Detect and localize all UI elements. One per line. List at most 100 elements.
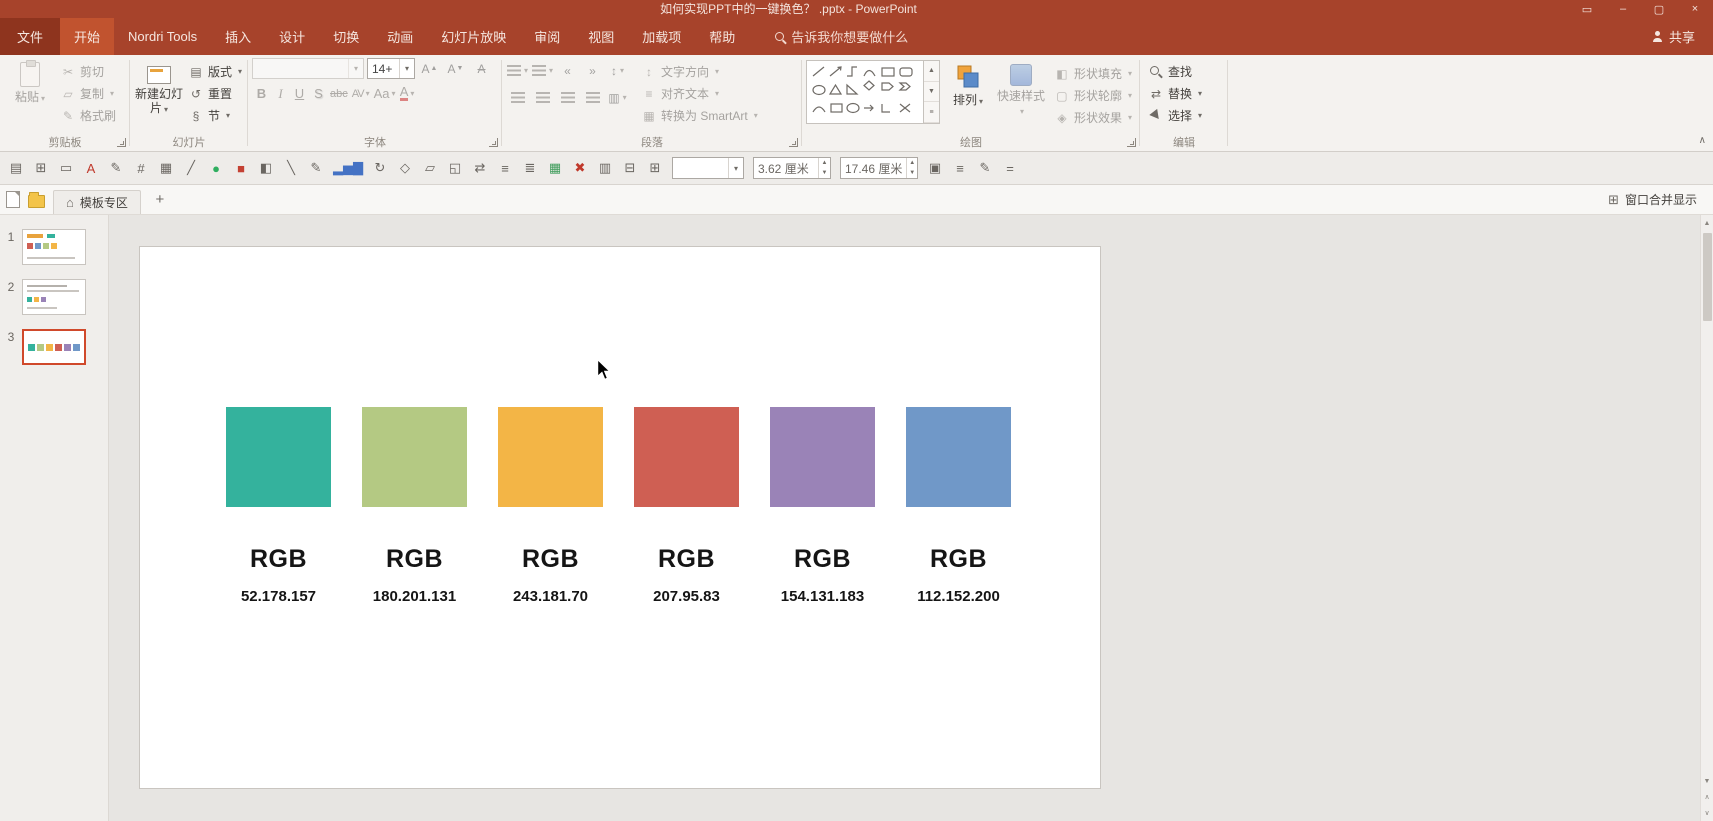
shape-gallery[interactable] xyxy=(806,60,924,124)
quick-styles-button[interactable]: 快速样式 xyxy=(996,60,1046,119)
swatch-rgb-label[interactable]: RGB xyxy=(906,545,1011,574)
increase-indent-button[interactable]: » xyxy=(581,60,604,81)
convert-to-smartart-button[interactable]: ▦转换为 SmartArt xyxy=(637,105,762,126)
ribbon-tab[interactable]: 开始 xyxy=(60,18,114,55)
columns-icon[interactable]: ▥ xyxy=(597,160,613,176)
scrollbar-thumb[interactable] xyxy=(1703,233,1712,321)
ribbon-tab[interactable]: 文件 xyxy=(0,18,60,55)
swatch-color-box[interactable] xyxy=(498,407,603,507)
style-picker-dropdown-icon[interactable]: ▾ xyxy=(728,158,743,178)
rotate-icon[interactable]: ↻ xyxy=(372,160,388,176)
section-button[interactable]: §节 xyxy=(184,105,246,126)
shape-outline-button[interactable]: ▢形状轮廓 xyxy=(1050,85,1136,106)
replace-button[interactable]: ⇄替换 xyxy=(1144,83,1206,104)
slide-1-thumbnail[interactable] xyxy=(22,229,86,265)
style-picker-combo[interactable]: ▾ xyxy=(672,157,744,179)
decrease-indent-button[interactable]: « xyxy=(556,60,579,81)
italic-button[interactable]: I xyxy=(271,83,290,104)
share-button[interactable]: 共享 xyxy=(1634,18,1713,55)
close-button[interactable]: × xyxy=(1677,0,1713,18)
text-shadow-button[interactable]: S xyxy=(309,83,328,104)
slide-editing-surface[interactable]: RGB 52.178.157 RGB 180.201.131 RGB 243.1… xyxy=(140,247,1100,788)
font-dialog-launcher[interactable] xyxy=(489,138,498,147)
ribbon-display-options-button[interactable]: ▭ xyxy=(1569,0,1605,18)
grid-icon[interactable]: ⊞ xyxy=(647,160,663,176)
minimize-button[interactable]: – xyxy=(1605,0,1641,18)
maximize-button[interactable]: ▢ xyxy=(1641,0,1677,18)
line-style-icon[interactable]: ╱ xyxy=(183,160,199,176)
font-name-dropdown-icon[interactable]: ▾ xyxy=(348,59,363,78)
ribbon-tab[interactable]: 加载项 xyxy=(628,18,695,55)
fill-color-icon[interactable]: ■ xyxy=(233,161,249,176)
cut-button[interactable]: ✂剪切 xyxy=(56,61,120,82)
outline-pen-icon[interactable]: ╲ xyxy=(283,160,299,176)
scroll-down-button[interactable]: ▼ xyxy=(1701,773,1713,789)
font-color-button[interactable]: A xyxy=(398,83,417,104)
swatch-rgb-label[interactable]: RGB xyxy=(498,545,603,574)
new-presentation-icon[interactable] xyxy=(6,191,20,208)
find-button[interactable]: 查找 xyxy=(1144,61,1206,82)
new-slide-button[interactable]: 新建幻灯片 xyxy=(134,58,184,117)
merge-cells-icon[interactable]: ⊟ xyxy=(622,160,638,176)
swatch-rgb-label[interactable]: RGB xyxy=(634,545,739,574)
open-folder-icon[interactable] xyxy=(28,195,45,208)
group-icon[interactable]: ◱ xyxy=(447,160,463,176)
ribbon-tab[interactable]: 视图 xyxy=(574,18,628,55)
swatch-color-box[interactable] xyxy=(226,407,331,507)
previous-slide-button[interactable]: ∧ xyxy=(1701,789,1713,805)
ribbon-tab[interactable]: 审阅 xyxy=(520,18,574,55)
delete-icon[interactable]: ✖ xyxy=(572,160,588,176)
merge-windows-button[interactable]: ⊞ 窗口合并显示 xyxy=(1608,191,1707,208)
swap-icon[interactable]: ⇄ xyxy=(472,160,488,176)
new-tab-button[interactable]: + xyxy=(149,189,171,211)
shrink-font-button[interactable]: A▼ xyxy=(444,58,467,79)
gallery-scroll-up-button[interactable]: ▲ xyxy=(924,61,939,82)
ribbon-tab[interactable]: 幻灯片放映 xyxy=(427,18,520,55)
gallery-scroll-down-button[interactable]: ▼ xyxy=(924,82,939,103)
paste-button[interactable]: 粘贴 xyxy=(4,58,56,106)
align-left-button[interactable] xyxy=(506,87,529,108)
clear-formatting-button[interactable]: A xyxy=(470,58,493,79)
swatch-rgb-value[interactable]: 154.131.183 xyxy=(770,588,875,605)
collapse-ribbon-button[interactable]: ∧ xyxy=(1699,135,1706,146)
slide-2-thumbnail[interactable] xyxy=(22,279,86,315)
equal-size-icon[interactable]: = xyxy=(1002,161,1018,176)
ribbon-tab[interactable]: Nordri Tools xyxy=(114,18,211,55)
bullets-button[interactable] xyxy=(506,60,529,81)
paragraph-dialog-launcher[interactable] xyxy=(789,138,798,147)
format-brush-icon[interactable]: ✎ xyxy=(977,160,993,176)
columns-button[interactable]: ▥ xyxy=(606,87,629,108)
shapes-icon[interactable]: ◇ xyxy=(397,160,413,176)
tell-me-search[interactable]: 告诉我你想要做什么 xyxy=(775,18,908,55)
shape-fill-button[interactable]: ◧形状填充 xyxy=(1050,63,1136,84)
record-green-icon[interactable]: ● xyxy=(208,161,224,176)
reset-button[interactable]: ↺重置 xyxy=(184,83,246,104)
font-size-dropdown-icon[interactable]: ▾ xyxy=(399,59,414,78)
layout-button[interactable]: ▤版式 xyxy=(184,61,246,82)
ribbon-tab[interactable]: 设计 xyxy=(265,18,319,55)
ribbon-tab[interactable]: 切换 xyxy=(319,18,373,55)
slide-3-thumbnail[interactable] xyxy=(22,329,86,365)
picture-icon[interactable]: ▦ xyxy=(158,160,174,176)
vertical-scrollbar[interactable]: ▲ ▼ ∧ ∨ xyxy=(1700,215,1713,821)
swatch-color-box[interactable] xyxy=(770,407,875,507)
pen-icon[interactable]: ✎ xyxy=(108,160,124,176)
swatch-color-box[interactable] xyxy=(906,407,1011,507)
save-icon[interactable]: ▤ xyxy=(8,160,24,176)
template-zone-tab[interactable]: ⌂ 模板专区 xyxy=(53,190,141,214)
clipboard-dialog-launcher[interactable] xyxy=(117,138,126,147)
ribbon-tab[interactable]: 插入 xyxy=(211,18,265,55)
align-text-button[interactable]: ≡对齐文本 xyxy=(637,83,762,104)
ribbon-tab[interactable]: 动画 xyxy=(373,18,427,55)
swatch-rgb-value[interactable]: 243.181.70 xyxy=(498,588,603,605)
swatch-color-box[interactable] xyxy=(362,407,467,507)
gallery-more-button[interactable]: ≡ xyxy=(924,102,939,123)
font-size-combo[interactable]: 14+▾ xyxy=(367,58,415,79)
bucket-icon[interactable]: ◧ xyxy=(258,160,274,176)
shape-effects-button[interactable]: ◈形状效果 xyxy=(1050,107,1136,128)
align-right-button[interactable] xyxy=(556,87,579,108)
table-green-icon[interactable]: ▦ xyxy=(547,160,563,176)
text-direction-button[interactable]: ↕文字方向 xyxy=(637,61,762,82)
align-objects-icon[interactable]: ≡ xyxy=(497,161,513,176)
swatch-rgb-value[interactable]: 112.152.200 xyxy=(906,588,1011,605)
